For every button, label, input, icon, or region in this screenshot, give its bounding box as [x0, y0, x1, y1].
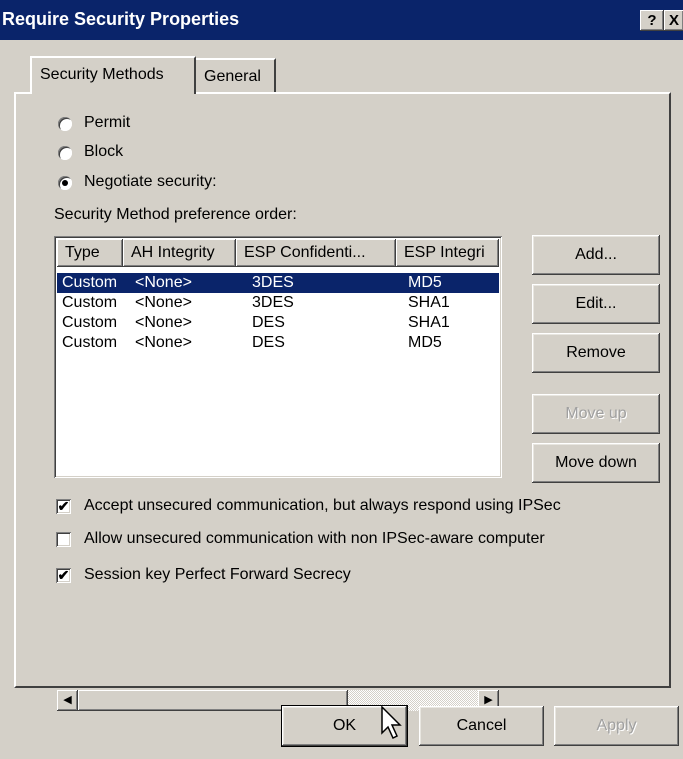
move-down-button[interactable]: Move down: [532, 443, 660, 483]
window-title: Require Security Properties: [2, 9, 240, 29]
row-ah-integrity: <None>: [135, 334, 192, 351]
cancel-button[interactable]: Cancel: [419, 706, 544, 746]
row-type: Custom: [62, 274, 118, 291]
mouse-pointer-icon: [381, 705, 402, 740]
remove-button[interactable]: Remove: [532, 333, 660, 373]
tab-security-methods[interactable]: Security Methods: [30, 56, 196, 94]
arrow-left-icon: ◀: [63, 694, 72, 706]
column-header-esp-integrity[interactable]: ESP Integri: [396, 239, 499, 267]
list-row-3[interactable]: Custom <None> DES SHA1: [57, 313, 499, 333]
session-key-pfs-label[interactable]: Session key Perfect Forward Secrecy: [84, 566, 351, 584]
row-ah-integrity: <None>: [135, 314, 192, 331]
row-esp-integrity: MD5: [408, 334, 442, 351]
list-row-4[interactable]: Custom <None> DES MD5: [57, 333, 499, 353]
row-type: Custom: [62, 334, 118, 351]
accept-unsecured-label[interactable]: Accept unsecured communication, but alwa…: [84, 497, 561, 515]
tab-security-methods-label: Security Methods: [40, 66, 164, 83]
column-header-type[interactable]: Type: [57, 239, 123, 267]
row-esp-integrity: MD5: [408, 274, 442, 291]
preference-order-caption: Security Method preference order:: [54, 206, 297, 223]
column-header-esp-confidentiality[interactable]: ESP Confidenti...: [236, 239, 396, 267]
negotiate-security-radio-label[interactable]: Negotiate security:: [84, 173, 217, 191]
row-type: Custom: [62, 314, 118, 331]
tab-general[interactable]: General: [194, 58, 276, 92]
security-methods-list[interactable]: Type AH Integrity ESP Confidenti... ESP …: [54, 236, 502, 711]
allow-unsecured-checkbox[interactable]: [56, 532, 71, 547]
list-header: Type AH Integrity ESP Confidenti... ESP …: [57, 239, 499, 267]
close-button[interactable]: X: [664, 10, 683, 31]
require-security-properties-dialog: Require Security Properties ? X Security…: [0, 0, 683, 759]
arrow-right-icon: ▶: [484, 694, 493, 706]
row-type: Custom: [62, 294, 118, 311]
row-ah-integrity: <None>: [135, 294, 192, 311]
help-button[interactable]: ?: [640, 10, 664, 31]
block-radio-label[interactable]: Block: [84, 143, 123, 161]
block-radio[interactable]: [58, 146, 72, 160]
permit-radio-label[interactable]: Permit: [84, 114, 130, 132]
row-esp-confidentiality: 3DES: [252, 274, 294, 291]
row-ah-integrity: <None>: [135, 274, 192, 291]
accept-unsecured-checkbox[interactable]: ✔: [56, 499, 71, 514]
permit-radio[interactable]: [58, 117, 72, 131]
add-button[interactable]: Add...: [532, 235, 660, 275]
negotiate-security-radio[interactable]: [58, 176, 72, 190]
title-bar[interactable]: Require Security Properties ? X: [0, 0, 683, 40]
checkmark-icon: ✔: [57, 498, 70, 514]
scroll-left-button[interactable]: ◀: [57, 690, 78, 711]
tab-general-label: General: [204, 68, 261, 85]
row-esp-integrity: SHA1: [408, 294, 450, 311]
apply-button[interactable]: Apply: [554, 706, 679, 746]
row-esp-confidentiality: 3DES: [252, 294, 294, 311]
move-up-button[interactable]: Move up: [532, 394, 660, 434]
row-esp-integrity: SHA1: [408, 314, 450, 331]
row-esp-confidentiality: DES: [252, 314, 285, 331]
allow-unsecured-label[interactable]: Allow unsecured communication with non I…: [84, 530, 545, 548]
list-row-1[interactable]: Custom <None> 3DES MD5: [57, 273, 499, 293]
row-esp-confidentiality: DES: [252, 334, 285, 351]
edit-button[interactable]: Edit...: [532, 284, 660, 324]
column-header-ah-integrity[interactable]: AH Integrity: [123, 239, 236, 267]
list-row-2[interactable]: Custom <None> 3DES SHA1: [57, 293, 499, 313]
session-key-pfs-checkbox[interactable]: ✔: [56, 568, 71, 583]
checkmark-icon: ✔: [57, 567, 70, 583]
